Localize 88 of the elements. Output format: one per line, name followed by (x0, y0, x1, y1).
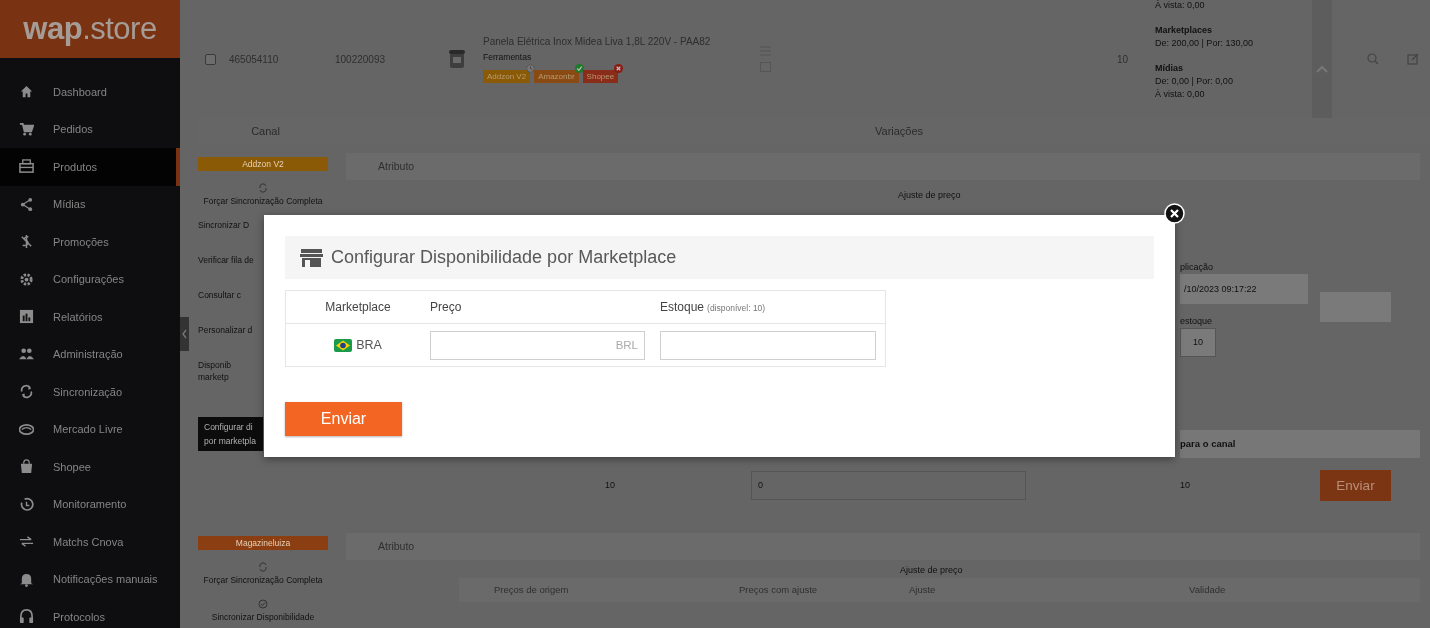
attribute-header: Atributo (346, 532, 1420, 560)
close-icon[interactable] (1164, 203, 1185, 224)
channel-label: Addzon V2 (198, 156, 328, 171)
nav-item[interactable]: Mídias (0, 185, 180, 223)
stock-value: 10 (1180, 480, 1191, 490)
sync-icon[interactable] (258, 182, 268, 193)
store-icon (300, 247, 323, 268)
nav-item[interactable]: Shopee (0, 448, 180, 486)
nav-item[interactable]: Configurações (0, 260, 180, 298)
price-field[interactable]: BRL (430, 330, 645, 360)
check-icon (574, 63, 584, 73)
nav-icon (19, 271, 34, 287)
nav-icon (19, 159, 34, 175)
price-heading: Marketplaces (1155, 25, 1214, 35)
nav-icon (19, 196, 34, 212)
nav-icon (19, 84, 34, 100)
action-link[interactable]: Sincronizar D (198, 219, 262, 230)
stock-field[interactable] (660, 330, 876, 360)
nav-icon (19, 459, 34, 475)
zoom-icon[interactable] (1367, 53, 1379, 65)
nav-icon (19, 121, 34, 137)
nav-icon (19, 234, 34, 250)
nav-item[interactable]: Produtos (0, 148, 180, 186)
price-line: À vista: 0,00 (1155, 0, 1206, 10)
column-header: Estoque (disponível: 10) (660, 300, 767, 314)
nav-icon (19, 609, 34, 625)
price-line: À vista: 0,00 (1155, 89, 1206, 99)
submit-button[interactable]: Enviar (285, 402, 402, 436)
product-thumbnail (447, 48, 467, 70)
channel-bar: para o canal (1180, 429, 1420, 458)
clock-icon (526, 63, 536, 73)
error-icon (614, 63, 624, 73)
price-heading: Mídias (1155, 63, 1184, 73)
stock-hint: (disponível: 10) (707, 303, 766, 313)
nav-icon (19, 384, 34, 400)
sync-icon[interactable] (258, 561, 268, 572)
logo[interactable]: wap.store (0, 0, 180, 58)
price-adjust-label: Ajuste de preço (900, 564, 964, 575)
column-header: Variações (875, 125, 924, 138)
date-field[interactable]: /10/2023 09:17:22 (1180, 273, 1308, 304)
nav-item[interactable]: Promoções (0, 223, 180, 261)
nav-icon (19, 496, 34, 512)
field-label: estoque (1180, 315, 1214, 326)
submit-button[interactable]: Enviar (1320, 469, 1391, 501)
action-link[interactable]: Verificar fila de (198, 254, 262, 265)
action-link[interactable]: Consultar c (198, 289, 262, 300)
action-link[interactable]: Sincronizar Disponibilidade (211, 611, 315, 622)
tooltip-text: Configurar di (204, 421, 254, 432)
channel-label: Magazineluiza (198, 535, 328, 550)
nav-item[interactable]: Mercado Livre (0, 410, 180, 448)
field-label: plicação (1180, 261, 1215, 272)
action-link[interactable]: Forçar Sincronização Completa (203, 574, 323, 585)
nav-item[interactable]: Dashboard (0, 73, 180, 111)
marketplace-code: BRA (356, 338, 382, 352)
nav-icon (19, 309, 34, 325)
nav-icon (19, 571, 34, 587)
check-icon[interactable] (258, 598, 268, 609)
nav-item[interactable]: Matchs Cnova (0, 523, 180, 561)
stock-input[interactable]: 0 (751, 470, 1026, 500)
nav-item[interactable]: Administração (0, 335, 180, 373)
nav-item[interactable]: Protocolos (0, 598, 180, 628)
action-link[interactable]: marketp (198, 371, 262, 382)
stock-value: 10 (604, 480, 616, 490)
product-category: Ferramentas (483, 51, 533, 62)
attribute-header: Atributo (346, 152, 1420, 180)
column-header: Preço (430, 300, 463, 314)
price-line: De: 0,00 | Por: 0,00 (1155, 76, 1234, 86)
nav-icon (19, 346, 34, 362)
flag-icon (334, 338, 353, 352)
column-header: Canal (250, 125, 281, 138)
nav-item[interactable]: Notificações manuais (0, 560, 180, 598)
action-link[interactable]: Personalizar d (198, 324, 262, 335)
nav-icon (19, 421, 34, 437)
action-link[interactable]: Forçar Sincronização Completa (203, 195, 323, 206)
price-adjust-label: Ajuste de preço (898, 189, 962, 200)
currency-suffix: BRL (615, 339, 638, 351)
nav-item[interactable]: Sincronização (0, 373, 180, 411)
nav-item[interactable]: Monitoramento (0, 485, 180, 523)
stock-field[interactable]: 10 (1180, 327, 1216, 357)
tooltip-text: por marketpla (204, 435, 257, 446)
column-header: Marketplace (324, 300, 392, 314)
row-checkbox[interactable] (205, 53, 216, 65)
price-line: De: 200,00 | Por: 130,00 (1155, 38, 1254, 48)
action-link[interactable]: Disponib (198, 359, 262, 370)
edit-icon[interactable] (1407, 53, 1419, 65)
nav-item[interactable]: Pedidos (0, 110, 180, 148)
modal-title: Configurar Disponibilidade por Marketplace (331, 247, 677, 268)
nav-item[interactable]: Relatórios (0, 298, 180, 336)
